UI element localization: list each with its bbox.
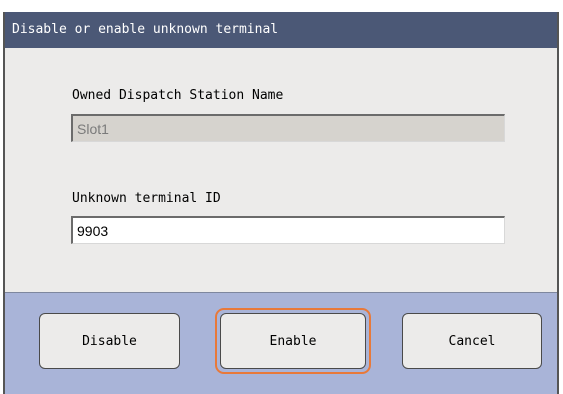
station-name-label: Owned Dispatch Station Name: [72, 88, 284, 103]
station-name-field: Slot1: [71, 114, 505, 142]
cancel-button[interactable]: Cancel: [402, 313, 542, 369]
terminal-id-label: Unknown terminal ID: [72, 191, 221, 206]
enable-button[interactable]: Enable: [220, 313, 366, 369]
dialog-titlebar[interactable]: Disable or enable unknown terminal: [5, 12, 557, 48]
dialog-title: Disable or enable unknown terminal: [12, 22, 279, 37]
disable-enable-terminal-dialog: Disable or enable unknown terminal Owned…: [3, 12, 559, 394]
terminal-id-input[interactable]: 9903: [71, 216, 505, 244]
button-bar: Disable Enable Cancel: [5, 293, 557, 394]
dialog-content: Owned Dispatch Station Name Slot1 Unknow…: [5, 48, 557, 293]
disable-button[interactable]: Disable: [39, 313, 180, 369]
